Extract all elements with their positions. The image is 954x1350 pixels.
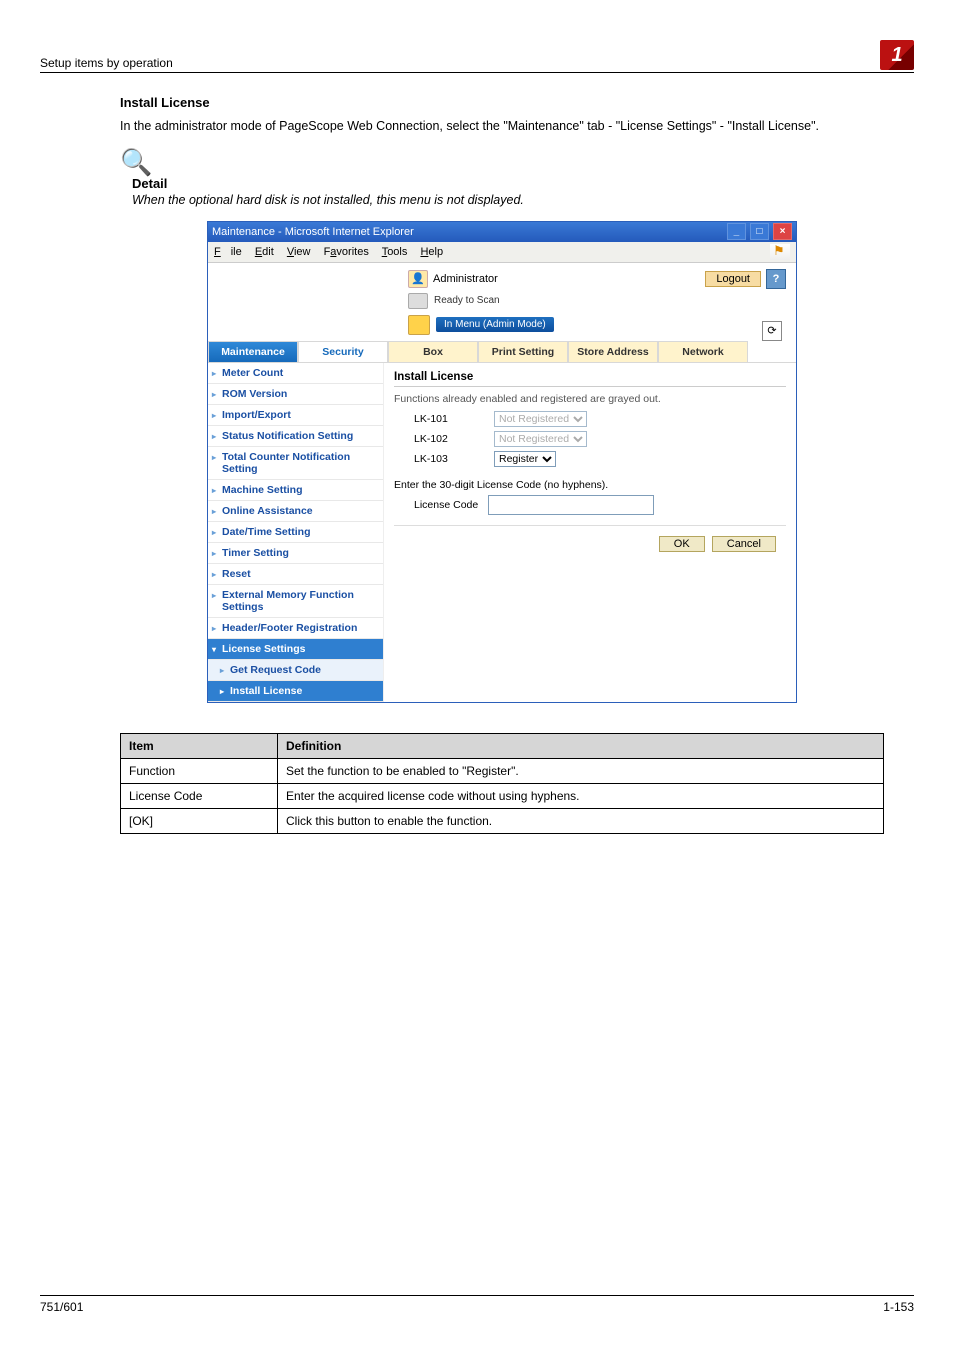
section-intro: In the administrator mode of PageScope W… xyxy=(120,118,884,135)
function-name-0: LK-101 xyxy=(414,413,484,425)
sidebar-item-machine-setting[interactable]: Machine Setting xyxy=(208,480,383,501)
menu-favorites[interactable]: Favorites xyxy=(324,246,369,258)
ie-logo-icon xyxy=(770,244,790,260)
table-row: License Code xyxy=(121,783,278,808)
tab-maintenance[interactable]: Maintenance xyxy=(208,341,298,362)
sidebar-item-status-notification[interactable]: Status Notification Setting xyxy=(208,426,383,447)
th-item: Item xyxy=(121,733,278,758)
chapter-badge: 1 xyxy=(880,40,914,70)
sidebar-item-get-request-code[interactable]: Get Request Code xyxy=(208,660,383,681)
cancel-button[interactable]: Cancel xyxy=(712,536,776,552)
ok-button[interactable]: OK xyxy=(659,536,705,552)
th-definition: Definition xyxy=(278,733,884,758)
definition-table: Item Definition Function Set the functio… xyxy=(120,733,884,834)
breadcrumb: Setup items by operation xyxy=(40,56,173,70)
tab-box[interactable]: Box xyxy=(388,341,478,362)
panel-heading: Install License xyxy=(394,371,786,387)
minimize-icon[interactable]: _ xyxy=(727,223,746,240)
menu-file[interactable]: File xyxy=(214,246,242,258)
tab-print-setting[interactable]: Print Setting xyxy=(478,341,568,362)
sidebar-item-total-counter[interactable]: Total Counter Notification Setting xyxy=(208,447,383,480)
menu-tools[interactable]: Tools xyxy=(382,246,408,258)
sidebar-item-header-footer[interactable]: Header/Footer Registration xyxy=(208,618,383,639)
table-row: [OK] xyxy=(121,808,278,833)
section-title: Install License xyxy=(120,95,884,110)
table-row: Function xyxy=(121,758,278,783)
sidebar-item-rom-version[interactable]: ROM Version xyxy=(208,384,383,405)
window-title: Maintenance - Microsoft Internet Explore… xyxy=(212,226,414,238)
logout-button[interactable]: Logout xyxy=(705,271,761,287)
sidebar-item-date-time[interactable]: Date/Time Setting xyxy=(208,522,383,543)
browser-window: Maintenance - Microsoft Internet Explore… xyxy=(207,221,797,703)
license-code-label: License Code xyxy=(414,499,478,511)
table-row: Set the function to be enabled to "Regis… xyxy=(278,758,884,783)
sidebar-item-online-assistance[interactable]: Online Assistance xyxy=(208,501,383,522)
table-row: Enter the acquired license code without … xyxy=(278,783,884,808)
sidebar-item-timer[interactable]: Timer Setting xyxy=(208,543,383,564)
sidebar-item-external-memory[interactable]: External Memory Function Settings xyxy=(208,585,383,618)
menu-help[interactable]: Help xyxy=(420,246,443,258)
function-select-2[interactable]: Register xyxy=(494,451,556,467)
menu-edit[interactable]: Edit xyxy=(255,246,274,258)
function-name-2: LK-103 xyxy=(414,453,484,465)
status-text: Ready to Scan xyxy=(434,295,500,306)
function-select-1: Not Registered xyxy=(494,431,587,447)
sidebar-item-license-settings[interactable]: License Settings xyxy=(208,639,383,660)
tab-network[interactable]: Network xyxy=(658,341,748,362)
detail-text: When the optional hard disk is not insta… xyxy=(132,193,884,207)
table-row: Click this button to enable the function… xyxy=(278,808,884,833)
admin-icon: 👤 xyxy=(408,270,428,288)
refresh-icon[interactable]: ⟳ xyxy=(762,321,782,341)
function-select-0: Not Registered xyxy=(494,411,587,427)
tab-security[interactable]: Security xyxy=(298,341,388,362)
admin-label: Administrator xyxy=(433,273,498,285)
sidebar-item-meter-count[interactable]: Meter Count xyxy=(208,363,383,384)
sidebar-item-install-license[interactable]: Install License xyxy=(208,681,383,702)
status-pill: In Menu (Admin Mode) xyxy=(436,317,554,332)
license-code-input[interactable] xyxy=(488,495,654,515)
menu-view[interactable]: View xyxy=(287,246,311,258)
help-button[interactable]: ? xyxy=(766,269,786,289)
sidebar-item-import-export[interactable]: Import/Export xyxy=(208,405,383,426)
magnifier-icon: 🔍 xyxy=(120,147,884,178)
close-icon[interactable]: × xyxy=(773,223,792,240)
tab-store-address[interactable]: Store Address xyxy=(568,341,658,362)
printer-icon xyxy=(408,315,430,335)
maximize-icon[interactable]: □ xyxy=(750,223,769,240)
panel-note: Functions already enabled and registered… xyxy=(394,393,786,405)
enter-code-text: Enter the 30-digit License Code (no hyph… xyxy=(394,479,786,491)
footer-left: 751/601 xyxy=(40,1300,83,1314)
scanner-icon xyxy=(408,293,428,309)
footer-right: 1-153 xyxy=(883,1300,914,1314)
sidebar-item-reset[interactable]: Reset xyxy=(208,564,383,585)
sidebar: Meter Count ROM Version Import/Export St… xyxy=(208,363,384,702)
function-name-1: LK-102 xyxy=(414,433,484,445)
detail-label: Detail xyxy=(132,176,884,191)
